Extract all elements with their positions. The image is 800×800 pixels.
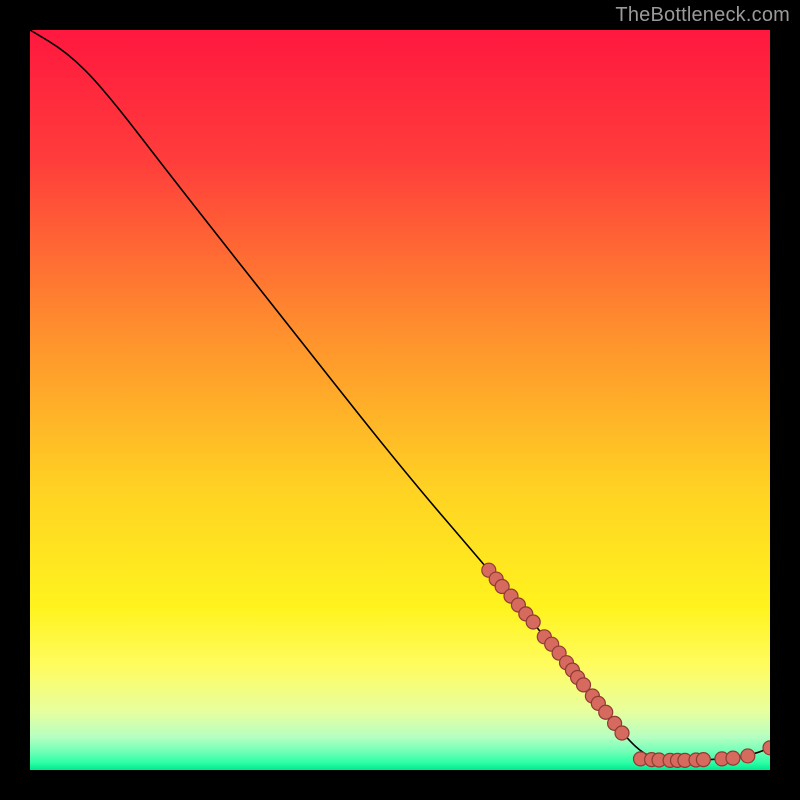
data-point [615, 726, 629, 740]
data-point [696, 753, 710, 767]
bottleneck-chart [30, 30, 770, 770]
watermark-text: TheBottleneck.com [615, 4, 790, 27]
data-point [741, 749, 755, 763]
data-point [726, 751, 740, 765]
chart-frame: TheBottleneck.com [0, 0, 800, 800]
data-point [526, 615, 540, 629]
plot-background [30, 30, 770, 770]
